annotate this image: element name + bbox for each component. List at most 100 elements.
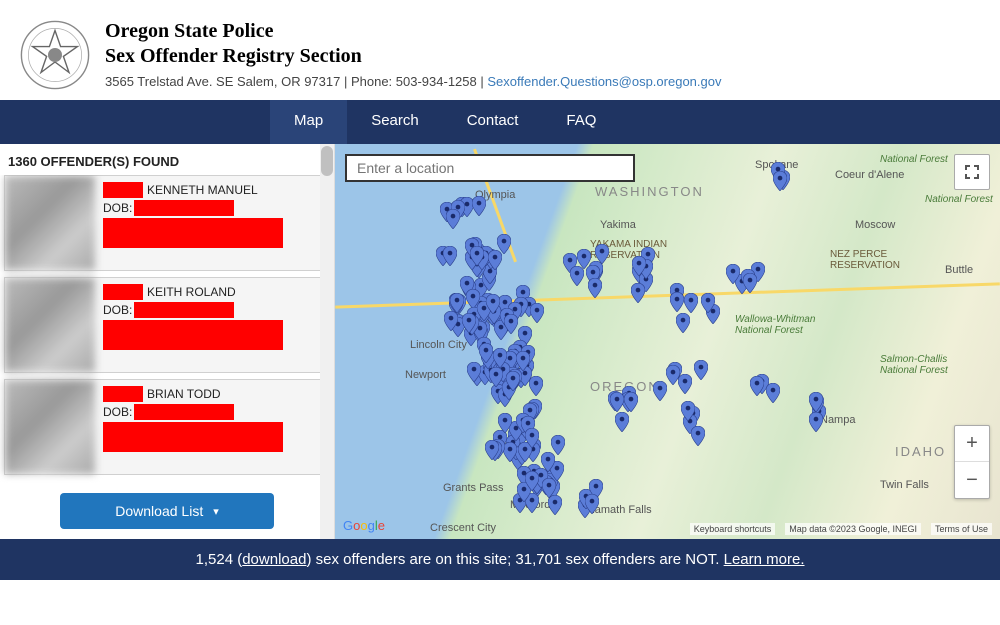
- city-label: Coeur d'Alene: [835, 169, 904, 181]
- download-list-button[interactable]: Download List▾: [60, 493, 274, 529]
- footer-count: 1,524: [196, 551, 234, 568]
- map-pin[interactable]: [470, 246, 484, 266]
- city-label: Grants Pass: [443, 482, 504, 494]
- offender-photo: [5, 176, 95, 270]
- map-pin[interactable]: [504, 314, 518, 334]
- map-pin[interactable]: [516, 351, 530, 371]
- map-pin[interactable]: [809, 392, 823, 412]
- page-header: Oregon State Police Sex Offender Registr…: [0, 0, 1000, 100]
- map-pin[interactable]: [726, 264, 740, 284]
- offender-info: BRIAN TODD DOB:: [95, 380, 329, 474]
- map-pin[interactable]: [701, 293, 715, 313]
- nav-search[interactable]: Search: [347, 100, 443, 144]
- map-pin[interactable]: [479, 343, 493, 363]
- city-label: Newport: [405, 369, 446, 381]
- header-text-block: Oregon State Police Sex Offender Registr…: [105, 20, 721, 89]
- learn-more-link[interactable]: Learn more.: [724, 551, 805, 568]
- map-pin[interactable]: [493, 348, 507, 368]
- map-pin[interactable]: [488, 250, 502, 270]
- map-pin[interactable]: [472, 196, 486, 216]
- map-pin[interactable]: [498, 413, 512, 433]
- keyboard-shortcuts-link[interactable]: Keyboard shortcuts: [690, 523, 776, 535]
- map-pin[interactable]: [670, 292, 684, 312]
- offender-card[interactable]: KEITH ROLAND DOB:: [4, 277, 330, 373]
- main-nav: Map Search Contact FAQ: [0, 100, 1000, 144]
- fullscreen-icon: [963, 163, 981, 181]
- map-pin[interactable]: [766, 383, 780, 403]
- forest-label: Wallowa-Whitman National Forest: [735, 314, 815, 336]
- map-pin[interactable]: [678, 374, 692, 394]
- map-pin[interactable]: [489, 367, 503, 387]
- location-search-input[interactable]: [345, 154, 635, 182]
- offender-name: BRIAN TODD: [147, 387, 221, 401]
- map-pin[interactable]: [443, 246, 457, 266]
- map-pin[interactable]: [750, 376, 764, 396]
- terms-link[interactable]: Terms of Use: [931, 523, 992, 535]
- nav-map[interactable]: Map: [270, 100, 347, 144]
- map-pin[interactable]: [525, 428, 539, 448]
- redacted-block: [134, 200, 234, 216]
- map-pin[interactable]: [694, 360, 708, 380]
- map-pin[interactable]: [530, 303, 544, 323]
- map-pin[interactable]: [676, 313, 690, 333]
- city-label: Crescent City: [430, 522, 496, 534]
- map-pin[interactable]: [585, 494, 599, 514]
- city-label: Lincoln City: [410, 339, 467, 351]
- map-pin[interactable]: [450, 293, 464, 313]
- forest-label: National Forest: [925, 194, 993, 205]
- nav-contact[interactable]: Contact: [443, 100, 543, 144]
- dob-label: DOB:: [103, 405, 132, 419]
- footer-download-link[interactable]: download: [242, 551, 306, 568]
- offender-card[interactable]: KENNETH MANUEL DOB:: [4, 175, 330, 271]
- map-pin[interactable]: [485, 440, 499, 460]
- map-pin[interactable]: [506, 371, 520, 391]
- google-logo: Google: [343, 518, 385, 533]
- dob-label: DOB:: [103, 303, 132, 317]
- map-labels: WASHINGTON OREGON IDAHO Spokane Coeur d'…: [335, 144, 1000, 539]
- map-pin[interactable]: [684, 293, 698, 313]
- map-pin[interactable]: [615, 412, 629, 432]
- map-pin[interactable]: [570, 266, 584, 286]
- nav-faq[interactable]: FAQ: [542, 100, 620, 144]
- map-pin[interactable]: [743, 273, 757, 293]
- map-pin[interactable]: [486, 294, 500, 314]
- city-label: Moscow: [855, 219, 895, 231]
- map-pin[interactable]: [446, 209, 460, 229]
- map-pin[interactable]: [691, 426, 705, 446]
- redacted-block: [134, 302, 234, 318]
- zoom-in-button[interactable]: +: [955, 426, 989, 462]
- redacted-block: [103, 422, 283, 452]
- offender-photo: [5, 278, 95, 372]
- address-text: 3565 Trelstad Ave. SE Salem, OR 97317: [105, 74, 340, 89]
- offender-card[interactable]: BRIAN TODD DOB:: [4, 379, 330, 475]
- map-pin[interactable]: [503, 442, 517, 462]
- map-pin[interactable]: [610, 392, 624, 412]
- offender-name: KENNETH MANUEL: [147, 183, 258, 197]
- map-panel[interactable]: WASHINGTON OREGON IDAHO Spokane Coeur d'…: [335, 144, 1000, 539]
- map-pin[interactable]: [773, 171, 787, 191]
- map-pin[interactable]: [525, 471, 539, 491]
- map-pin[interactable]: [467, 362, 481, 382]
- offender-list[interactable]: KENNETH MANUEL DOB: KEITH ROLAND DOB:: [0, 175, 334, 483]
- map-pin[interactable]: [624, 392, 638, 412]
- map-pin[interactable]: [548, 495, 562, 515]
- redacted-block: [103, 284, 143, 300]
- contact-email-link[interactable]: Sexoffender.Questions@osp.oregon.gov: [487, 74, 721, 89]
- redacted-block: [103, 182, 143, 198]
- chevron-down-icon: ▾: [213, 505, 219, 518]
- map-pin[interactable]: [631, 283, 645, 303]
- results-sidebar: 1360 OFFENDER(S) FOUND KENNETH MANUEL DO…: [0, 144, 335, 539]
- contact-line: 3565 Trelstad Ave. SE Salem, OR 97317 | …: [105, 74, 721, 89]
- forest-label: Salmon-Challis National Forest: [880, 354, 948, 376]
- map-pin[interactable]: [809, 412, 823, 432]
- map-pin[interactable]: [632, 256, 646, 276]
- map-pin[interactable]: [588, 278, 602, 298]
- fullscreen-button[interactable]: [954, 154, 990, 190]
- map-pin[interactable]: [681, 401, 695, 421]
- map-pin[interactable]: [444, 311, 458, 331]
- forest-label: National Forest: [880, 154, 948, 165]
- footer-notice: 1,524 (download) sex offenders are on th…: [0, 539, 1000, 580]
- state-label: WASHINGTON: [595, 184, 704, 199]
- map-pin[interactable]: [462, 313, 476, 333]
- zoom-out-button[interactable]: −: [955, 462, 989, 498]
